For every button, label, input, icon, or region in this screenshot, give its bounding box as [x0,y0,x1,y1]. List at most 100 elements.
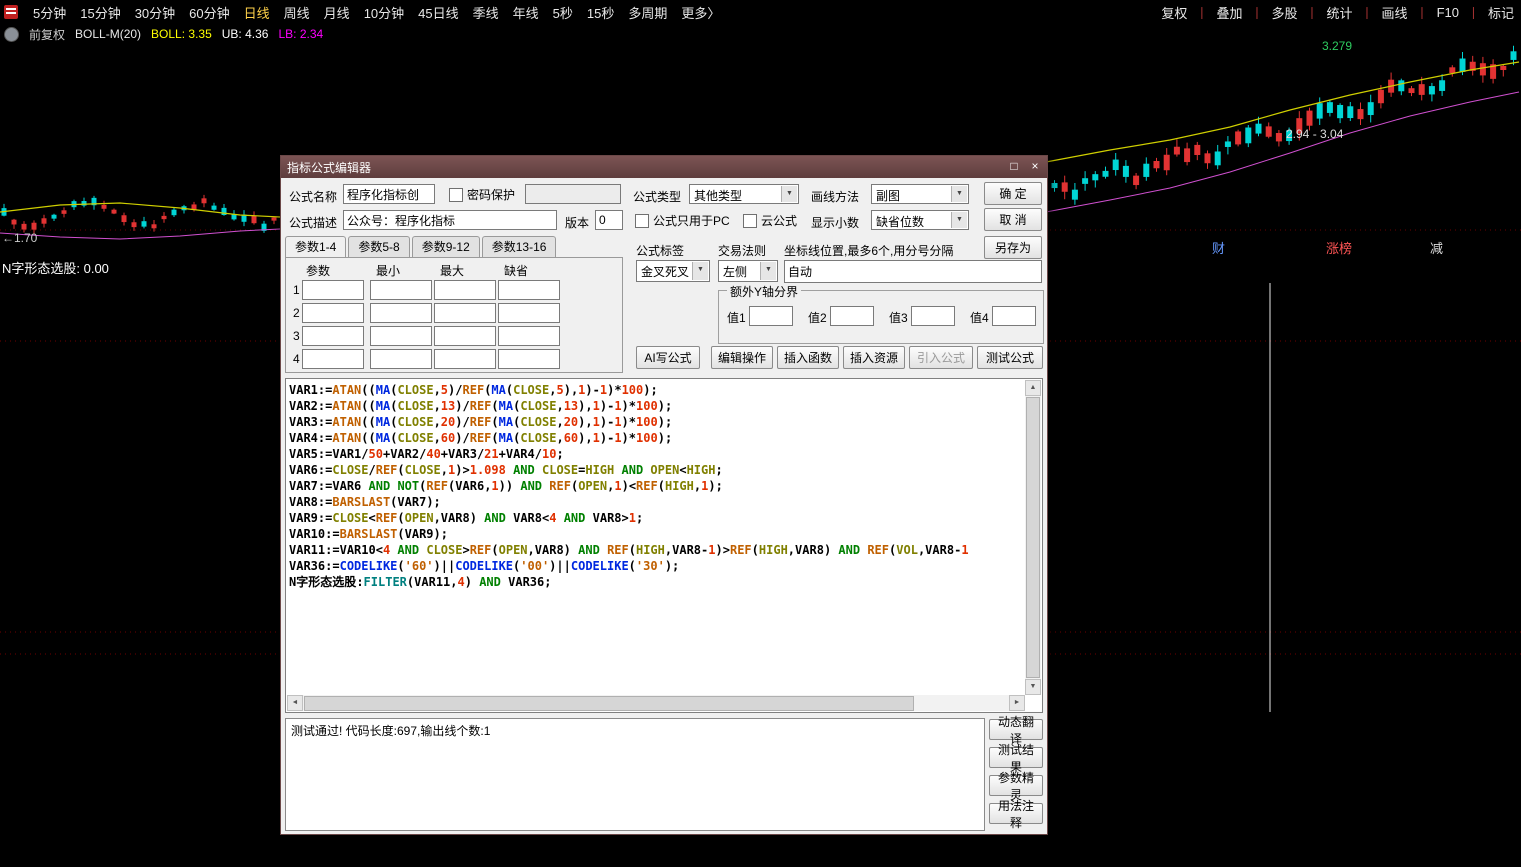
y-value-label: 值3 [889,309,908,326]
param-input[interactable] [370,280,432,300]
dialog-title: 指标公式编辑器 [281,159,371,176]
insert-resource-button[interactable]: 插入资源 [843,346,905,369]
code-line: VAR36:=CODELIKE('60')||CODELIKE('00')||C… [289,558,1024,574]
password-label: 密码保护 [467,186,515,203]
param-header: 缺省 [504,262,528,279]
param-input[interactable] [498,280,560,300]
ai-write-button[interactable]: AI写公式 [636,346,700,369]
chevron-down-icon[interactable] [951,186,967,202]
test-result-button[interactable]: 测试结果 [989,747,1043,768]
code-line: N字形态选股:FILTER(VAR11,4) AND VAR36; [289,574,1024,590]
scroll-up-icon[interactable] [1025,380,1041,396]
y-value-input[interactable] [749,306,793,326]
axis-position-input[interactable] [784,260,1042,283]
sub-indicator-label: N字形态选股: 0.00 [2,258,109,277]
formula-tag-select[interactable]: 金叉死叉 [636,260,710,282]
param-header: 最大 [440,262,464,279]
checkbox-icon [635,214,649,228]
param-row-number: 4 [293,352,300,366]
trade-rule-label: 交易法则 [718,242,766,259]
cloud-formula-checkbox[interactable]: 云公式 [743,212,797,229]
param-tabs: 参数1-4参数5-8参数9-12参数13-16 [285,236,558,257]
version-input[interactable] [595,210,623,230]
vertical-scroll-thumb[interactable] [1026,397,1040,678]
param-wizard-button[interactable]: 参数精灵 [989,775,1043,796]
param-tab[interactable]: 参数1-4 [285,236,346,258]
save-as-button[interactable]: 另存为 [984,236,1042,259]
param-table: 参数最小最大缺省1234 [285,257,623,373]
param-input[interactable] [434,303,496,323]
usage-note-button[interactable]: 用法注释 [989,803,1043,824]
extra-y-axis-group: 额外Y轴分界 值1值2值3值4 [718,290,1044,344]
param-tab[interactable]: 参数5-8 [348,236,409,257]
maximize-icon[interactable]: □ [1005,159,1023,175]
insert-function-button[interactable]: 插入函数 [777,346,839,369]
horizontal-scrollbar[interactable] [287,695,1025,711]
pc-only-label: 公式只用于PC [653,212,730,229]
vertical-scrollbar[interactable] [1025,380,1041,695]
checkbox-icon [449,188,463,202]
code-line: VAR6:=CLOSE/REF(CLOSE,1)>1.098 AND CLOSE… [289,462,1024,478]
param-input[interactable] [498,349,560,369]
param-input[interactable] [498,303,560,323]
param-input[interactable] [434,280,496,300]
chevron-down-icon[interactable] [951,212,967,228]
chevron-down-icon[interactable] [692,262,708,280]
formula-name-input[interactable] [343,184,435,204]
horizontal-scroll-thumb[interactable] [304,696,914,711]
import-formula-button[interactable]: 引入公式 [909,346,973,369]
formula-type-select[interactable]: 其他类型 [689,184,799,204]
formula-tag-label: 公式标签 [636,242,684,259]
param-input[interactable] [302,349,364,369]
param-input[interactable] [434,326,496,346]
code-line: VAR8:=BARSLAST(VAR7); [289,494,1024,510]
y-value-input[interactable] [830,306,874,326]
formula-desc-input[interactable] [343,210,557,230]
code-editor[interactable]: VAR1:=ATAN((MA(CLOSE,5)/REF(MA(CLOSE,5),… [285,378,1043,713]
param-input[interactable] [370,326,432,346]
chevron-down-icon[interactable] [760,262,776,280]
test-formula-button[interactable]: 测试公式 [977,346,1043,369]
formula-desc-label: 公式描述 [289,214,337,231]
param-input[interactable] [370,349,432,369]
password-checkbox[interactable]: 密码保护 [449,186,515,203]
scroll-right-icon[interactable] [1009,695,1025,711]
draw-method-select[interactable]: 副图 [871,184,969,204]
code-line: VAR2:=ATAN((MA(CLOSE,13)/REF(MA(CLOSE,13… [289,398,1024,414]
y-value-label: 值1 [727,309,746,326]
close-icon[interactable]: × [1026,159,1044,175]
ticker-label[interactable]: 减 [1430,238,1443,257]
formula-name-label: 公式名称 [289,188,337,205]
param-tab[interactable]: 参数13-16 [482,236,557,257]
ticker-label[interactable]: 涨榜 [1326,238,1352,257]
formula-type-label: 公式类型 [633,188,681,205]
y-value-input[interactable] [992,306,1036,326]
param-input[interactable] [498,326,560,346]
param-input[interactable] [302,303,364,323]
decimals-label: 显示小数 [811,214,859,231]
param-header: 最小 [376,262,400,279]
y-value-label: 值4 [970,309,989,326]
dynamic-translate-button[interactable]: 动态翻译 [989,719,1043,740]
scroll-down-icon[interactable] [1025,679,1041,695]
dialog-titlebar[interactable]: 指标公式编辑器 □ × [281,156,1047,178]
y-value-input[interactable] [911,306,955,326]
ticker-label[interactable]: 财 [1212,238,1225,257]
ok-button[interactable]: 确 定 [984,182,1042,205]
scroll-left-icon[interactable] [287,695,303,711]
param-header: 参数 [306,262,330,279]
param-input[interactable] [370,303,432,323]
checkbox-icon [743,214,757,228]
pc-only-checkbox[interactable]: 公式只用于PC [635,212,730,229]
decimals-select[interactable]: 缺省位数 [871,210,969,230]
param-input[interactable] [302,326,364,346]
cancel-button[interactable]: 取 消 [984,208,1042,231]
left-price-label: ←1.70 [2,231,37,245]
param-row-number: 2 [293,306,300,320]
param-input[interactable] [434,349,496,369]
param-input[interactable] [302,280,364,300]
param-tab[interactable]: 参数9-12 [412,236,480,257]
edit-ops-button[interactable]: 编辑操作 [711,346,773,369]
chevron-down-icon[interactable] [781,186,797,202]
trade-rule-select[interactable]: 左侧 [718,260,778,282]
